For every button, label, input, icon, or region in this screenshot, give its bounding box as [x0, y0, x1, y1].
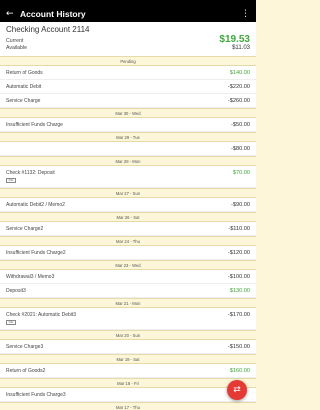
transaction-amount: -$170.00	[227, 312, 250, 318]
transaction-row[interactable]: Automatic Debit2 / Memo2 -$90.00	[0, 198, 256, 212]
available-balance-row: Available $11.03	[6, 45, 250, 51]
transaction-row[interactable]: Check #1132: Deposit IMG $70.00	[0, 166, 256, 188]
transaction-row[interactable]: Deposit3 $130.00	[0, 284, 256, 298]
transaction-description: Insufficient Funds Charge	[6, 121, 63, 128]
date-separator: Pending	[0, 56, 256, 66]
transaction-row[interactable]: Return of Goods $140.00	[0, 66, 256, 80]
transaction-list[interactable]: Pending Return of Goods $140.00 Automatic D…	[0, 56, 256, 410]
date-separator: Mar 26 - Sat	[0, 212, 256, 222]
transaction-description-group: Insufficient Funds Charge3	[6, 392, 66, 398]
transaction-description-group: Automatic Debit	[6, 84, 41, 90]
date-separator: Mar 24 - Thu	[0, 236, 256, 246]
transaction-description: Automatic Debit	[6, 83, 42, 90]
transaction-description: Service Charge	[6, 97, 41, 104]
current-balance: $19.53	[219, 34, 250, 45]
transaction-description-group: Insufficient Funds Charge	[6, 122, 63, 128]
date-separator: Mar 20 - Sun	[0, 330, 256, 340]
transaction-description: Insufficient Funds Charge3	[6, 391, 66, 398]
transfer-icon: ⇄	[233, 385, 241, 395]
transaction-description-group: Insufficient Funds Charge2	[6, 250, 66, 256]
account-summary: Checking Account 2114 Current $19.53 Ava…	[0, 22, 256, 56]
transaction-description: Return of Goods	[6, 69, 43, 76]
transaction-description: Service Charge2	[6, 225, 44, 232]
transaction-row[interactable]: Insufficient Funds Charge2 -$120.00	[0, 246, 256, 260]
transaction-row[interactable]: Return of Goods2 $160.00	[0, 364, 256, 378]
transaction-description-group: Automatic Debit2 / Memo2	[6, 202, 65, 208]
transaction-amount: -$100.00	[227, 273, 250, 280]
account-name: Checking Account 2114	[6, 25, 90, 34]
date-separator: Mar 29 - Tue	[0, 132, 256, 142]
transaction-description-group: Service Charge	[6, 98, 40, 104]
transaction-description-group: Return of Goods	[6, 70, 43, 76]
page-title: Account History	[20, 8, 86, 19]
transaction-row[interactable]: Service Charge2 -$110.00	[0, 222, 256, 236]
transfer-button[interactable]: ⇄	[227, 380, 247, 400]
available-balance: $11.03	[232, 45, 250, 51]
date-separator: Mar 23 - Wed	[0, 260, 256, 270]
transaction-description: Withdrawal3 / Memo3	[6, 273, 55, 280]
transaction-description-group: Service Charge3	[6, 344, 43, 350]
available-label: Available	[6, 45, 27, 51]
transaction-amount: $130.00	[229, 287, 250, 294]
date-separator: Mar 28 - Mon	[0, 156, 256, 166]
transaction-description: Check #1132: Deposit	[6, 170, 55, 176]
transaction-amount: -$80.00	[231, 145, 250, 152]
date-separator: Mar 21 - Mon	[0, 298, 256, 308]
transaction-row[interactable]: -$80.00	[0, 142, 256, 156]
check-image-icon[interactable]: IMG	[6, 320, 16, 325]
check-image-icon[interactable]: IMG	[6, 178, 16, 183]
transaction-row[interactable]: Insufficient Funds Charge3	[0, 388, 256, 402]
transaction-description: Service Charge3	[6, 343, 44, 350]
transaction-amount: -$260.00	[227, 97, 250, 104]
transaction-description: Deposit3	[6, 287, 26, 294]
date-separator: Mar 27 - Sun	[0, 188, 256, 198]
transaction-description-group: Service Charge2	[6, 226, 43, 232]
transaction-description: Insufficient Funds Charge2	[6, 249, 66, 256]
date-separator: Mar 30 - Wed	[0, 108, 256, 118]
transaction-amount: -$220.00	[227, 83, 250, 90]
transaction-amount: -$150.00	[227, 343, 250, 350]
date-separator: Mar 18 - Fri	[0, 378, 256, 388]
transaction-description: Automatic Debit2 / Memo2	[6, 201, 65, 208]
transaction-description: Return of Goods2	[6, 367, 46, 374]
transaction-amount: -$110.00	[228, 225, 250, 232]
overflow-menu-icon[interactable]: ⋮	[241, 9, 250, 19]
transaction-row[interactable]: Check #2021: Automatic Debit3 IMG -$170.00	[0, 308, 256, 330]
transaction-amount: $140.00	[229, 69, 250, 76]
transaction-row[interactable]: Withdrawal3 / Memo3 -$100.00	[0, 270, 256, 284]
transaction-description: Check #2021: Automatic Debit3	[6, 312, 77, 318]
transaction-amount: -$90.00	[231, 201, 250, 208]
transaction-row[interactable]: Automatic Debit -$220.00	[0, 80, 256, 94]
transaction-row[interactable]: Service Charge3 -$150.00	[0, 340, 256, 354]
app-bar: ← Account History ⋮	[0, 5, 256, 22]
transaction-description-group: Check #1132: Deposit IMG	[6, 170, 55, 183]
transaction-amount: $70.00	[232, 170, 250, 176]
back-arrow-icon[interactable]: ←	[6, 9, 20, 19]
transaction-description-group: Withdrawal3 / Memo3	[6, 274, 54, 280]
date-separator: Mar 17 - Thu	[0, 402, 256, 410]
transaction-row[interactable]: Insufficient Funds Charge -$50.00	[0, 118, 256, 132]
transaction-amount: -$120.00	[227, 249, 250, 256]
date-separator: Mar 19 - Sat	[0, 354, 256, 364]
transaction-amount: $160.00	[229, 367, 250, 374]
transaction-row[interactable]: Service Charge -$260.00	[0, 94, 256, 108]
transaction-description-group: Check #2021: Automatic Debit3 IMG	[6, 312, 76, 325]
transaction-description-group: Deposit3	[6, 288, 26, 294]
current-balance-row: Current $19.53	[6, 34, 250, 45]
transaction-amount: -$50.00	[231, 121, 250, 128]
current-label: Current	[6, 38, 24, 44]
transaction-description-group: Return of Goods2	[6, 368, 45, 374]
